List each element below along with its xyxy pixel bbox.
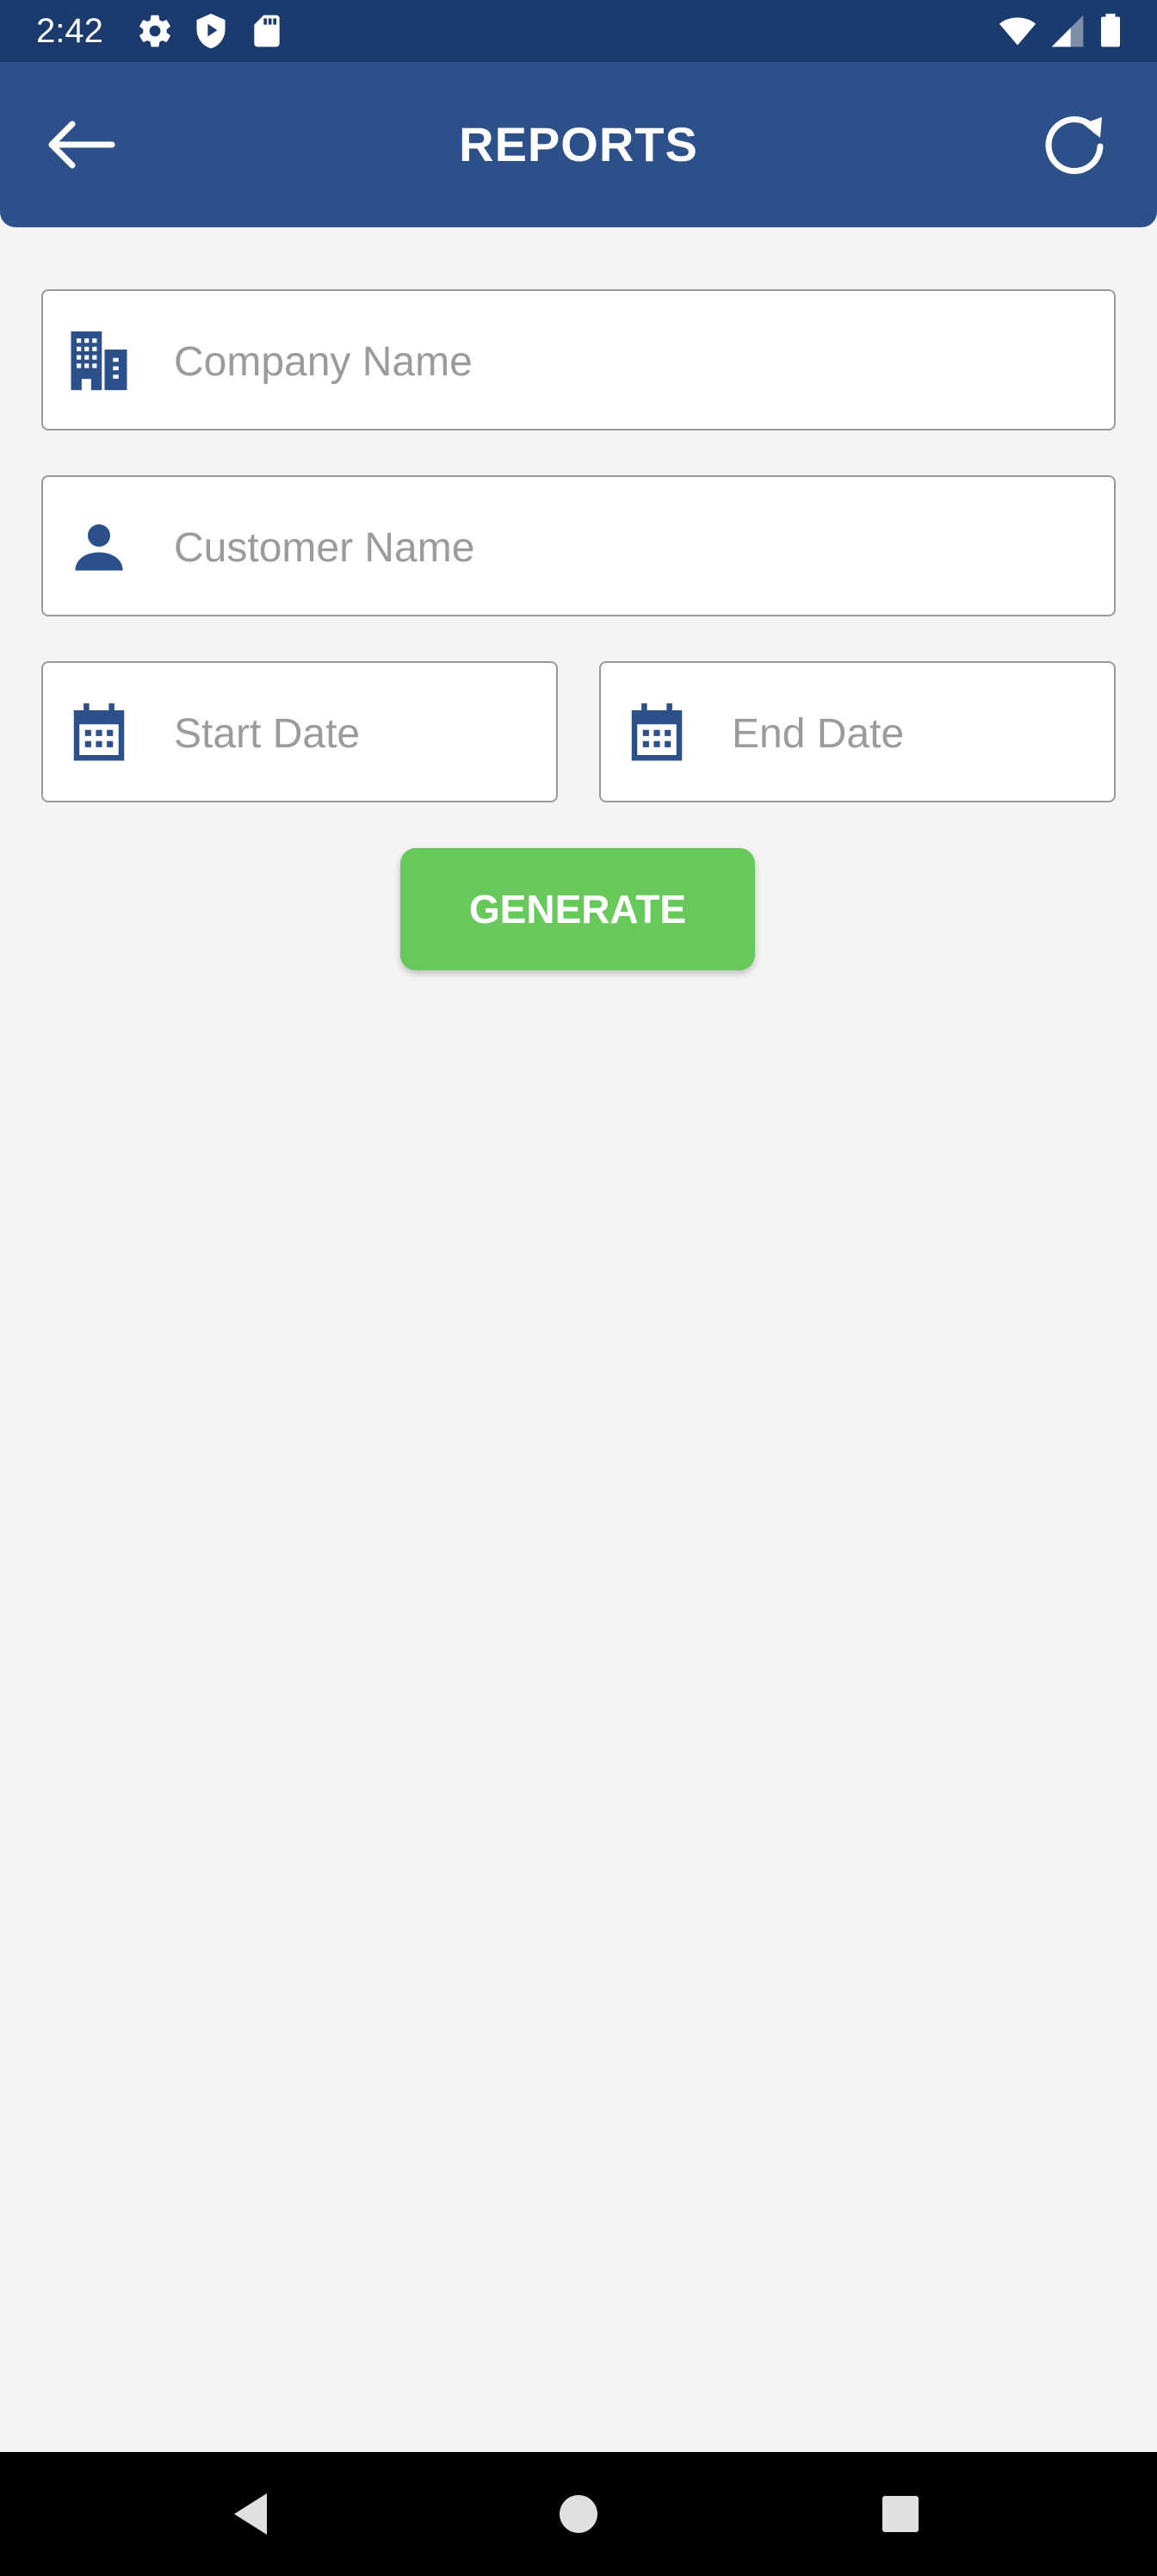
customer-name-field[interactable]	[41, 475, 1116, 616]
calendar-icon	[631, 703, 683, 761]
start-date-field[interactable]	[41, 661, 558, 802]
end-date-input[interactable]	[732, 697, 1097, 770]
building-icon	[71, 331, 127, 391]
start-date-input[interactable]	[174, 697, 539, 770]
gear-icon	[139, 15, 170, 47]
refresh-button[interactable]	[1033, 107, 1116, 183]
home-circle-icon	[560, 2495, 597, 2533]
sd-card-icon	[254, 15, 280, 47]
nav-home-button[interactable]	[551, 2486, 606, 2542]
generate-button[interactable]: GENERATE	[400, 848, 755, 970]
page-title: REPORTS	[459, 117, 698, 171]
status-time: 2:42	[36, 12, 103, 50]
battery-icon	[1101, 13, 1120, 47]
navigation-bar	[0, 2452, 1157, 2576]
wifi-icon	[999, 17, 1036, 46]
company-name-input[interactable]	[174, 325, 1097, 398]
person-icon	[75, 524, 123, 571]
customer-name-input[interactable]	[174, 511, 1097, 584]
calendar-icon	[73, 703, 125, 761]
company-name-field[interactable]	[41, 289, 1116, 430]
nav-recents-button[interactable]	[873, 2486, 928, 2542]
recents-square-icon	[882, 2496, 919, 2532]
shield-play-icon	[196, 13, 226, 49]
cell-signal-icon	[1051, 15, 1084, 47]
end-date-field[interactable]	[599, 661, 1116, 802]
app-bar: REPORTS	[0, 62, 1157, 227]
status-bar: 2:42	[0, 0, 1157, 62]
nav-back-button[interactable]	[224, 2486, 279, 2542]
refresh-icon	[1045, 116, 1104, 175]
back-triangle-icon	[234, 2493, 267, 2535]
